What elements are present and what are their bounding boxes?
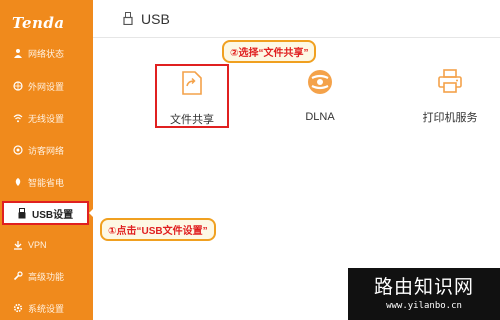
watermark-title: 路由知识网 <box>373 276 474 298</box>
network-status-icon <box>12 48 23 59</box>
tile-label: 打印机服务 <box>422 112 478 124</box>
sidebar-item-label: 外网设置 <box>28 81 65 92</box>
step2-callout: ②选择“文件共享” <box>222 40 317 63</box>
usb-icon <box>123 12 133 25</box>
tile-label: 文件共享 <box>170 114 214 126</box>
sidebar-item-label: USB设置 <box>32 209 74 221</box>
wifi-icon <box>12 113 23 124</box>
file-share-icon <box>181 70 203 101</box>
gear-icon <box>12 303 23 314</box>
sidebar-item-wan-settings[interactable]: 外网设置 <box>0 74 93 98</box>
globe-icon <box>12 81 23 92</box>
sidebar-item-power-save[interactable]: 智能省电 <box>0 170 93 194</box>
page-title: USB <box>141 10 170 27</box>
sidebar-item-wireless[interactable]: 无线设置 <box>0 106 93 130</box>
sidebar-item-label: 高级功能 <box>28 271 65 282</box>
sidebar-item-guest-network[interactable]: 访客网络 <box>0 138 93 162</box>
watermark: 路由知识网 www.yilanbo.cn <box>348 268 500 320</box>
sidebar-item-label: 智能省电 <box>28 177 65 188</box>
active-indicator-arrow <box>89 207 95 219</box>
sidebar-item-label: 无线设置 <box>28 113 65 124</box>
sidebar-item-label: 网络状态 <box>28 48 65 59</box>
wrench-icon <box>12 271 23 282</box>
printer-icon <box>436 68 464 99</box>
watermark-url: www.yilanbo.cn <box>386 301 462 311</box>
sidebar-item-network-status[interactable]: 网络状态 <box>0 41 93 65</box>
power-save-icon <box>12 177 23 188</box>
brand-logo: Tenda <box>12 14 65 32</box>
usb-icon <box>16 207 27 219</box>
sidebar-item-label: 访客网络 <box>28 145 65 156</box>
vpn-icon <box>12 240 23 251</box>
sidebar-item-usb-settings[interactable]: USB设置 <box>2 201 89 225</box>
sidebar-item-vpn[interactable]: VPN <box>0 233 93 257</box>
sidebar-item-system[interactable]: 系统设置 <box>0 296 93 320</box>
sidebar: Tenda 网络状态 外网设置 无线设置 访客网络 智能省电 USB设置 VPN… <box>0 0 95 320</box>
tile-label: DLNA <box>305 111 335 123</box>
sidebar-item-label: VPN <box>28 240 47 250</box>
page-header: USB <box>93 0 500 38</box>
printer-service-tile[interactable]: 打印机服务 <box>412 68 488 125</box>
dlna-tile[interactable]: DLNA <box>290 68 350 123</box>
sidebar-item-label: 系统设置 <box>28 303 65 314</box>
dlna-icon <box>306 68 334 101</box>
file-share-tile[interactable]: 文件共享 <box>155 64 229 128</box>
guest-icon <box>12 145 23 156</box>
step1-callout: ①点击“USB文件设置” <box>100 218 216 241</box>
sidebar-item-advanced[interactable]: 高级功能 <box>0 264 93 288</box>
